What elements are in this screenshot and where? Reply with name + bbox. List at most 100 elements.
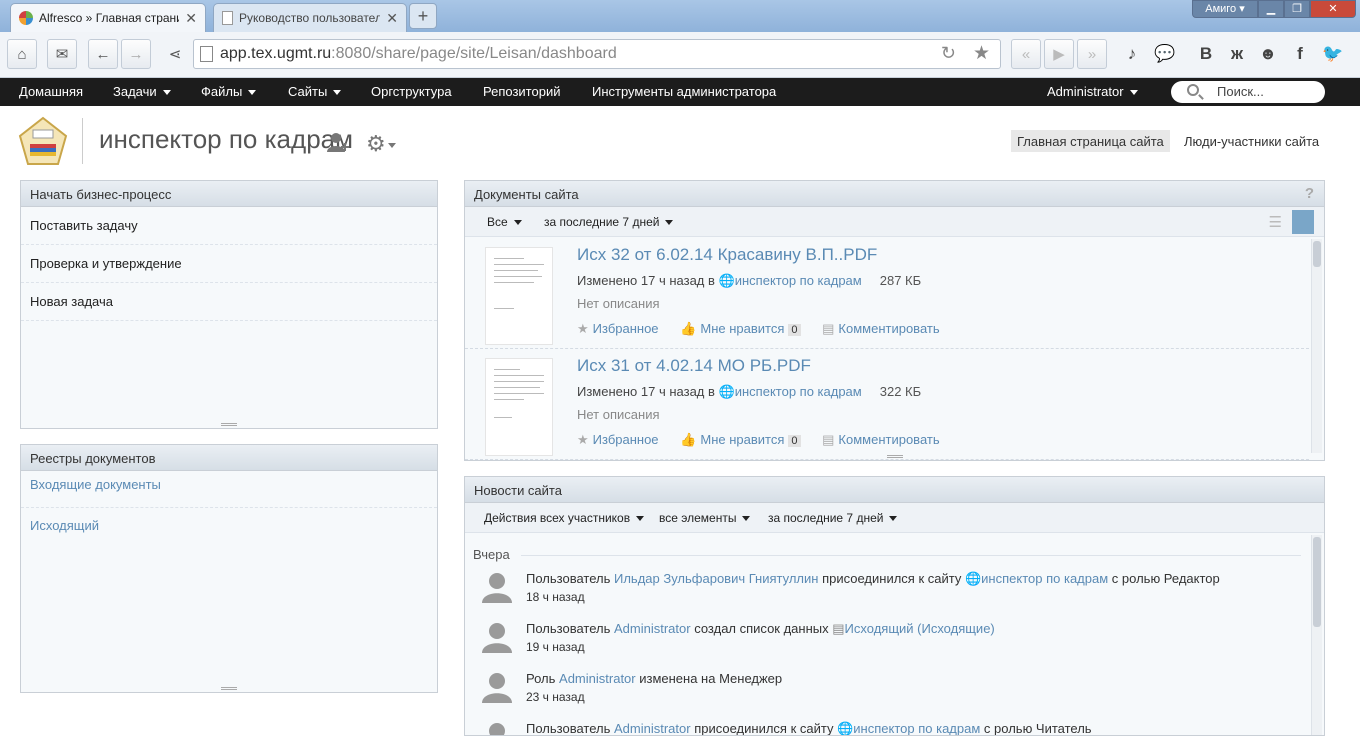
favorite-link[interactable]: Избранное	[593, 432, 659, 447]
thumbs-up-icon: 👍	[680, 432, 697, 447]
resize-handle[interactable]	[221, 423, 237, 426]
activity-user-link[interactable]: Administrator	[614, 621, 691, 636]
filter-period-dropdown[interactable]: за последние 7 дней	[544, 215, 674, 229]
nav-files[interactable]: Файлы	[201, 84, 257, 99]
filter-users-dropdown[interactable]: Действия всех участников	[484, 511, 645, 525]
help-icon[interactable]: ?	[1305, 185, 1314, 202]
mail-button[interactable]: ✉	[47, 39, 77, 69]
filter-period-dropdown[interactable]: за последние 7 дней	[768, 511, 898, 525]
nav-orgstructure[interactable]: Оргструктура	[371, 84, 452, 99]
workflow-item[interactable]: Проверка и утверждение	[21, 245, 437, 283]
nav-admin-tools[interactable]: Инструменты администратора	[592, 84, 776, 99]
tab-alfresco[interactable]: Alfresco » Главная страниц ✕	[10, 3, 206, 32]
browser-toolbar: ⌂ ✉ ← → ⋖ app.tex.ugmt.ru:8080/share/pag…	[0, 32, 1360, 78]
activity-target-link[interactable]: инспектор по кадрам	[981, 571, 1108, 586]
nav-files-label: Файлы	[201, 84, 243, 99]
activity-user-link[interactable]: Administrator	[559, 671, 636, 686]
chat-button[interactable]: 💬	[1150, 39, 1180, 69]
close-window-button[interactable]: ✕	[1310, 0, 1356, 18]
register-link-incoming[interactable]: Входящие документы	[21, 471, 437, 508]
register-link[interactable]: Исходящий	[30, 518, 99, 533]
music-button[interactable]: ♪	[1117, 39, 1147, 69]
back-button[interactable]: ←	[88, 39, 118, 69]
workflow-item[interactable]: Новая задача	[21, 283, 437, 321]
forward-button[interactable]: →	[121, 39, 151, 69]
play-icon: ▶	[1053, 46, 1065, 63]
filter-items-dropdown[interactable]: все элементы	[659, 511, 751, 525]
site-link[interactable]: инспектор по кадрам	[735, 384, 862, 399]
moimir-icon: ☻	[1259, 44, 1277, 63]
activities-scrollbar[interactable]	[1311, 535, 1322, 735]
dashlet-title: Документы сайта	[474, 187, 579, 202]
filter-all-dropdown[interactable]: Все	[487, 215, 522, 229]
bookmark-star-icon[interactable]: ★	[973, 42, 990, 65]
favorite-link[interactable]: Избранное	[593, 321, 659, 336]
moimir-button[interactable]: ☻	[1253, 39, 1283, 69]
activities-toolbar: Действия всех участников все элементы за…	[465, 503, 1324, 533]
nav-tasks[interactable]: Задачи	[113, 84, 171, 99]
vk-button[interactable]: В	[1191, 39, 1221, 69]
simple-view-icon[interactable]: ☰	[1269, 213, 1282, 231]
detailed-view-button[interactable]	[1292, 210, 1314, 234]
add-user-icon[interactable]	[327, 132, 349, 154]
odnoklassniki-button[interactable]: ж	[1222, 39, 1252, 69]
scrollbar-thumb[interactable]	[1313, 241, 1321, 267]
minimize-button[interactable]: ▁	[1258, 0, 1284, 18]
activity-text: Пользователь Ильдар Зульфарович Гниятулл…	[526, 571, 1220, 587]
document-thumbnail[interactable]	[485, 247, 553, 345]
site-nav-dashboard[interactable]: Главная страница сайта	[1011, 130, 1170, 152]
search-input[interactable]: Поиск...	[1171, 81, 1325, 103]
browser-menu-button[interactable]: Амиго ▾	[1192, 0, 1258, 18]
site-link[interactable]: инспектор по кадрам	[735, 273, 862, 288]
address-bar[interactable]: app.tex.ugmt.ru:8080/share/page/site/Lei…	[193, 39, 1001, 69]
twitter-button[interactable]: 🐦	[1318, 39, 1348, 69]
activity-time: 23 ч назад	[526, 690, 585, 704]
file-size: 322 КБ	[879, 384, 922, 399]
facebook-button[interactable]: f	[1285, 39, 1315, 69]
activity-user-link[interactable]: Administrator	[614, 721, 691, 735]
activity-target-link[interactable]: Исходящий (Исходящие)	[845, 621, 995, 636]
activity-time: 19 ч назад	[526, 640, 585, 654]
close-tab-icon[interactable]: ✕	[386, 10, 398, 27]
like-count: 0	[788, 324, 801, 336]
media-next-button[interactable]: »	[1077, 39, 1107, 69]
document-actions: ★ Избранное 👍 Мне нравится 0 ▤ Комментироват…	[577, 321, 940, 337]
nav-home[interactable]: Домашняя	[19, 84, 83, 99]
resize-handle[interactable]	[221, 687, 237, 690]
like-link[interactable]: Мне нравится	[700, 321, 784, 336]
media-play-button[interactable]: ▶	[1044, 39, 1074, 69]
gear-icon[interactable]: ⚙	[366, 131, 396, 157]
user-menu[interactable]: Administrator	[1047, 84, 1138, 99]
reload-icon[interactable]: ↻	[941, 43, 956, 64]
resize-handle[interactable]	[886, 455, 903, 458]
workflow-item[interactable]: Поставить задачу	[21, 207, 437, 245]
comment-link[interactable]: Комментировать	[838, 432, 939, 447]
tab-label: Руководство пользователя	[239, 11, 381, 25]
nav-repository[interactable]: Репозиторий	[483, 84, 560, 99]
tab-user-guide[interactable]: Руководство пользователя ✕	[213, 3, 407, 32]
modified-text: Изменено 17 ч назад в	[577, 384, 715, 399]
document-title[interactable]: Исх 31 от 4.02.14 МО РБ.PDF	[577, 356, 811, 376]
document-thumbnail[interactable]	[485, 358, 553, 456]
share-button[interactable]: ⋖	[160, 39, 190, 69]
scrollbar-thumb[interactable]	[1313, 537, 1321, 627]
site-nav-members[interactable]: Люди-участники сайта	[1184, 134, 1319, 149]
like-link[interactable]: Мне нравится	[700, 432, 784, 447]
activity-target-link[interactable]: инспектор по кадрам	[853, 721, 980, 735]
register-link[interactable]: Входящие документы	[30, 477, 161, 492]
nav-sites[interactable]: Сайты	[288, 84, 342, 99]
documents-scrollbar[interactable]	[1311, 239, 1322, 453]
page-icon	[222, 11, 233, 25]
home-icon: ⌂	[17, 45, 27, 63]
document-title[interactable]: Исх 32 от 6.02.14 Красавину В.П..PDF	[577, 245, 877, 265]
home-button[interactable]: ⌂	[7, 39, 37, 69]
maximize-button[interactable]: ❐	[1284, 0, 1310, 18]
comment-link[interactable]: Комментировать	[838, 321, 939, 336]
register-link-outgoing[interactable]: Исходящий	[21, 508, 437, 544]
close-tab-icon[interactable]: ✕	[185, 10, 197, 27]
new-tab-button[interactable]: +	[409, 3, 437, 29]
activity-user-link[interactable]: Ильдар Зульфарович Гниятуллин	[614, 571, 818, 586]
media-prev-button[interactable]: «	[1011, 39, 1041, 69]
vk-icon: В	[1199, 44, 1213, 63]
page-icon	[200, 46, 213, 62]
